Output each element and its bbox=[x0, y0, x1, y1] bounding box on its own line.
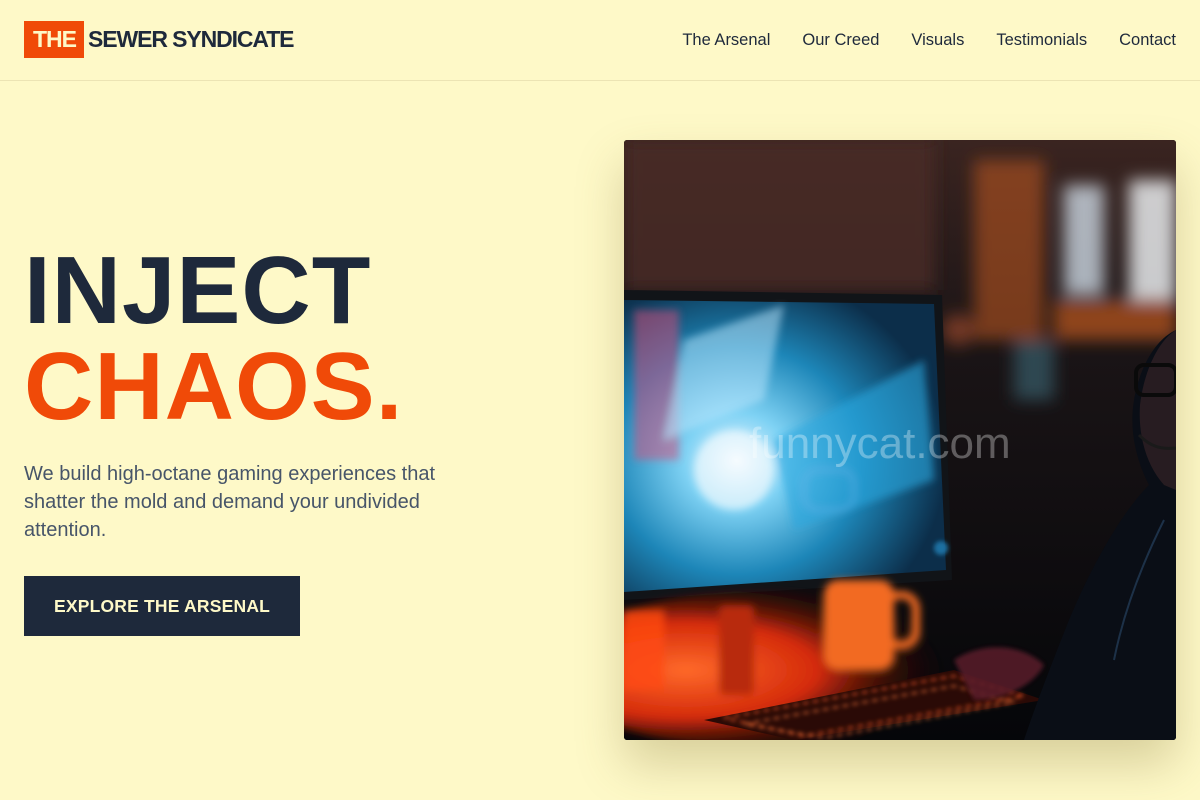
nav-link-contact[interactable]: Contact bbox=[1119, 31, 1176, 49]
hero-title-line2: CHAOS. bbox=[24, 333, 404, 440]
nav-link-creed[interactable]: Our Creed bbox=[802, 31, 879, 49]
hero-title: INJECT CHAOS. bbox=[24, 243, 403, 435]
gamer-photo-illustration: funnycat.com bbox=[624, 140, 1176, 740]
nav-link-testimonials[interactable]: Testimonials bbox=[996, 31, 1087, 49]
hero-image: funnycat.com bbox=[624, 140, 1176, 740]
logo-mark: THE bbox=[24, 21, 84, 58]
nav-item: Our Creed bbox=[802, 30, 879, 50]
nav-item: Contact bbox=[1119, 30, 1176, 50]
hero-subtitle: We build high-octane gaming experiences … bbox=[24, 463, 435, 541]
main-nav: The Arsenal Our Creed Visuals Testimonia… bbox=[682, 30, 1176, 50]
logo-link[interactable]: THE SEWER SYNDICATE bbox=[24, 21, 295, 58]
nav-link-visuals[interactable]: Visuals bbox=[911, 31, 964, 49]
nav-item: The Arsenal bbox=[682, 30, 770, 50]
hero-title-line1: INJECT bbox=[24, 237, 372, 344]
site-header: THE SEWER SYNDICATE The Arsenal Our Cree… bbox=[0, 0, 1200, 81]
logo-text: SEWER SYNDICATE bbox=[88, 26, 295, 52]
watermark-text: funnycat.com bbox=[749, 419, 1011, 468]
explore-arsenal-button[interactable]: EXPLORE THE ARSENAL bbox=[24, 576, 300, 636]
nav-link-arsenal[interactable]: The Arsenal bbox=[682, 31, 770, 49]
nav-item: Testimonials bbox=[996, 30, 1087, 50]
nav-item: Visuals bbox=[911, 30, 964, 50]
